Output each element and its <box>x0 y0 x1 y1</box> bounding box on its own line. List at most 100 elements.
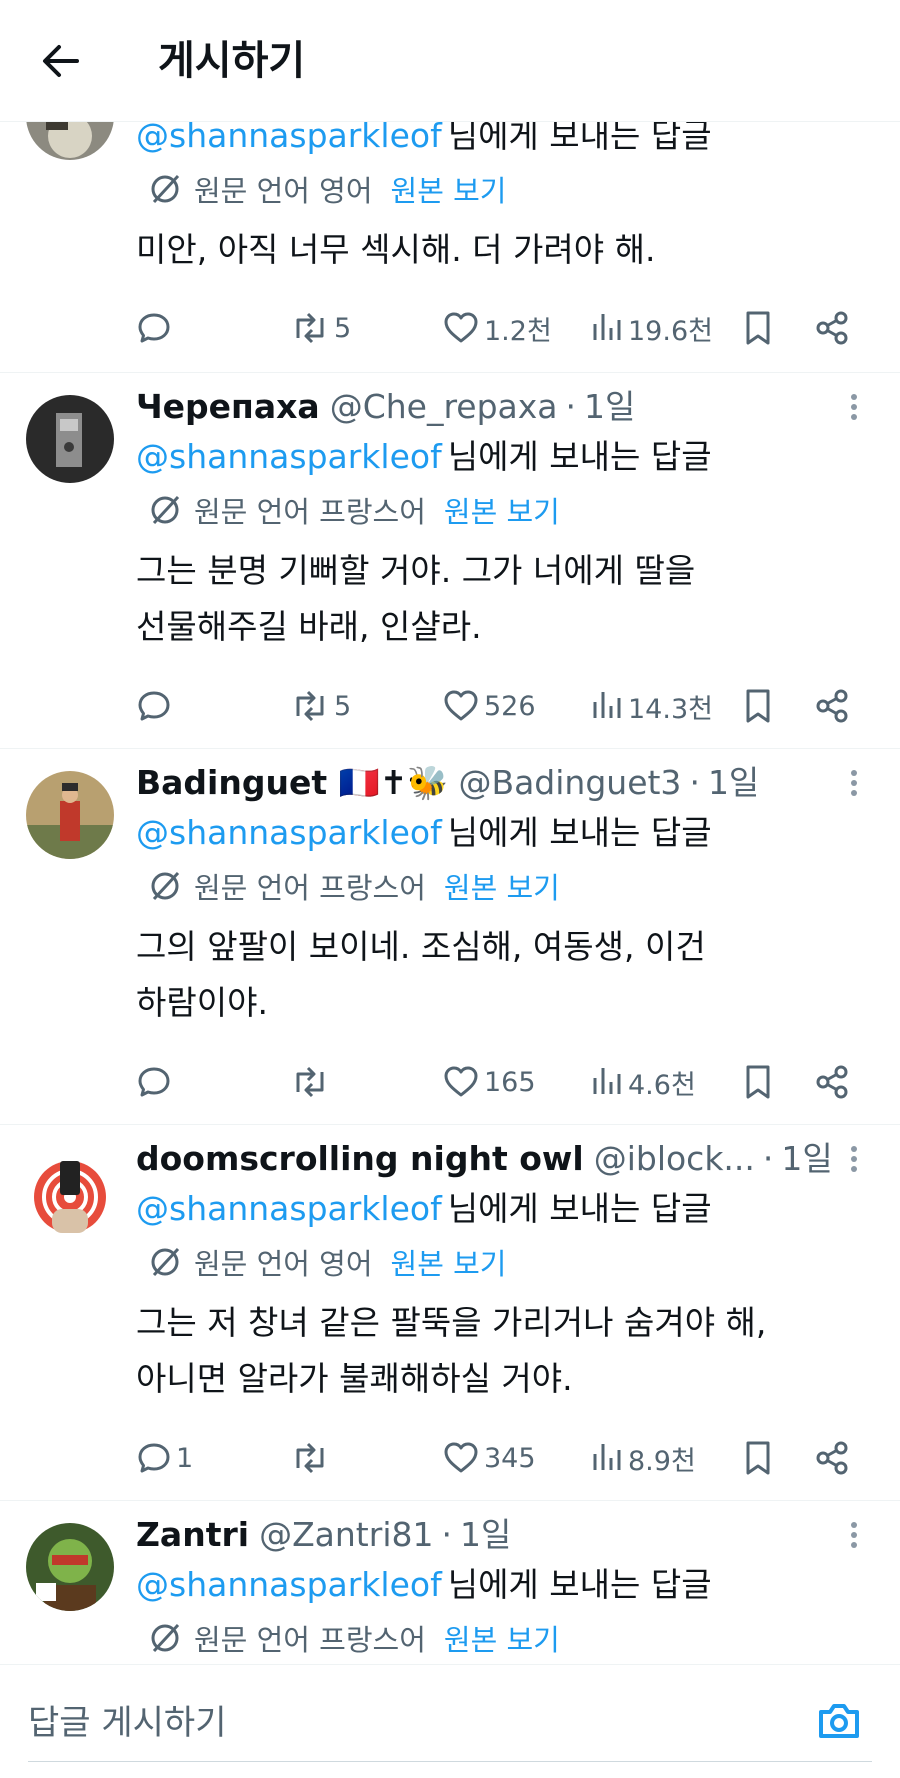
show-original-link[interactable]: 원본 보기 <box>444 865 560 907</box>
share-button[interactable] <box>814 681 850 731</box>
tweet-actions: 5 526 14.3천 <box>136 681 874 731</box>
handle[interactable]: @iblock... <box>594 1135 755 1183</box>
like-button[interactable]: 526 <box>442 681 536 731</box>
avatar[interactable] <box>26 1151 114 1239</box>
show-original-link[interactable]: 원본 보기 <box>444 1617 560 1659</box>
reply-input[interactable]: 답글 게시하기 <box>28 1695 227 1744</box>
repost-button[interactable]: 5 <box>290 303 351 353</box>
more-dots-icon <box>851 394 857 420</box>
share-button[interactable] <box>814 303 850 353</box>
display-name[interactable]: Zantri <box>136 1511 249 1559</box>
reply-icon <box>138 313 170 343</box>
reply-to: @shannasparkleof 님에게 보내는 답글 <box>136 437 712 476</box>
more-button[interactable] <box>834 383 874 431</box>
views-button[interactable]: 8.9천 <box>590 1433 696 1483</box>
compose-bar: 답글 게시하기 <box>0 1664 900 1778</box>
handle[interactable]: @Badinguet3 <box>458 759 681 807</box>
share-icon <box>816 689 848 723</box>
bookmark-button[interactable] <box>742 681 774 731</box>
reply-to: @shannasparkleof 님에게 보내는 답글 <box>136 1565 712 1604</box>
reply-icon <box>138 691 170 721</box>
timestamp[interactable]: 1일 <box>781 1135 832 1183</box>
display-name[interactable]: doomscrolling night owl <box>136 1135 584 1183</box>
tweet-actions: 165 4.6천 <box>136 1057 874 1107</box>
bookmark-icon <box>746 689 770 723</box>
bookmark-icon <box>746 1065 770 1099</box>
back-button[interactable] <box>36 36 86 86</box>
display-name[interactable]: Badinguet 🇫🇷✝🐝 <box>136 759 448 807</box>
tweet[interactable]: doomscrolling night owl @iblock... · 1일 … <box>0 1125 900 1501</box>
reply-icon <box>138 1443 170 1473</box>
show-original-link[interactable]: 원본 보기 <box>391 168 507 210</box>
views-button[interactable]: 4.6천 <box>590 1057 696 1107</box>
bookmark-button[interactable] <box>742 1433 774 1483</box>
bookmark-button[interactable] <box>742 303 774 353</box>
reply-feed: @shannasparkleof 님에게 보내는 답글 원문 언어 영어 원본 보… <box>0 0 900 1778</box>
avatar[interactable] <box>26 771 114 859</box>
more-button[interactable] <box>834 1511 874 1559</box>
mention-link[interactable]: @shannasparkleof <box>136 1189 442 1228</box>
top-app-bar: 게시하기 <box>0 0 900 122</box>
translate-icon <box>151 174 180 204</box>
share-button[interactable] <box>814 1057 850 1107</box>
share-button[interactable] <box>814 1433 850 1483</box>
share-icon <box>816 1065 848 1099</box>
mention-link[interactable]: @shannasparkleof <box>136 437 442 476</box>
tweet-actions: 5 1.2천 19.6천 <box>136 303 874 353</box>
like-button[interactable]: 1.2천 <box>442 303 552 353</box>
timestamp[interactable]: 1일 <box>708 759 759 807</box>
tweet-actions: 1 345 8.9천 <box>136 1433 874 1483</box>
tweet[interactable]: Badinguet 🇫🇷✝🐝 @Badinguet3 · 1일 @shannas… <box>0 749 900 1125</box>
more-button[interactable] <box>834 1135 874 1183</box>
reply-button[interactable] <box>136 1057 176 1107</box>
camera-button[interactable] <box>814 1695 864 1745</box>
views-icon <box>593 1444 621 1470</box>
repost-icon <box>296 690 324 722</box>
mention-link[interactable]: @shannasparkleof <box>136 1565 442 1604</box>
repost-button[interactable]: 5 <box>290 681 351 731</box>
handle[interactable]: @Che_repaxa <box>330 383 558 431</box>
tweet-header: Zantri @Zantri81 · 1일 <box>136 1511 874 1559</box>
tweet-text: 그는 저 창녀 같은 팔뚝을 가리거나 숨겨야 해, 아니면 알라가 불쾌해하실… <box>136 1303 767 1398</box>
reply-button[interactable]: 1 <box>136 1433 193 1483</box>
views-button[interactable]: 19.6천 <box>590 303 713 353</box>
show-original-link[interactable]: 원본 보기 <box>391 1241 507 1283</box>
repost-icon <box>296 312 324 344</box>
heart-icon <box>444 1442 478 1473</box>
timestamp[interactable]: 1일 <box>460 1511 511 1559</box>
repost-icon <box>296 1442 324 1474</box>
input-underline <box>28 1761 872 1762</box>
repost-button[interactable] <box>290 1433 334 1483</box>
bookmark-icon <box>746 1441 770 1475</box>
translate-icon <box>151 1623 180 1653</box>
timestamp[interactable]: 1일 <box>584 383 635 431</box>
translation-info: 원문 언어 영어 원본 보기 <box>136 1235 874 1289</box>
reply-to: @shannasparkleof 님에게 보내는 답글 <box>136 1189 712 1228</box>
bookmark-button[interactable] <box>742 1057 774 1107</box>
like-button[interactable]: 165 <box>442 1057 536 1107</box>
views-icon <box>593 692 621 718</box>
handle[interactable]: @Zantri81 <box>259 1511 433 1559</box>
like-button[interactable]: 345 <box>442 1433 536 1483</box>
heart-icon <box>444 312 478 343</box>
avatar[interactable] <box>26 395 114 483</box>
translate-icon <box>151 871 180 901</box>
repost-button[interactable] <box>290 1057 334 1107</box>
more-dots-icon <box>851 1146 857 1172</box>
translation-info: 원문 언어 프랑스어 원본 보기 <box>136 859 874 913</box>
display-name[interactable]: Черепаха <box>136 383 320 431</box>
avatar[interactable] <box>26 1523 114 1611</box>
reply-button[interactable] <box>136 681 176 731</box>
heart-icon <box>444 690 478 721</box>
more-button[interactable] <box>834 759 874 807</box>
mention-link[interactable]: @shannasparkleof <box>136 813 442 852</box>
share-icon <box>816 1441 848 1475</box>
share-icon <box>816 311 848 345</box>
tweet-text: 그는 분명 기뻐할 거야. 그가 너에게 딸을 선물해주길 바래, 인샬라. <box>136 551 696 646</box>
reply-button[interactable] <box>136 303 176 353</box>
views-icon <box>593 1068 621 1094</box>
reply-icon <box>138 1067 170 1097</box>
tweet[interactable]: Черепаха @Che_repaxa · 1일 @shannasparkle… <box>0 373 900 749</box>
views-button[interactable]: 14.3천 <box>590 681 713 731</box>
show-original-link[interactable]: 원본 보기 <box>444 489 560 531</box>
